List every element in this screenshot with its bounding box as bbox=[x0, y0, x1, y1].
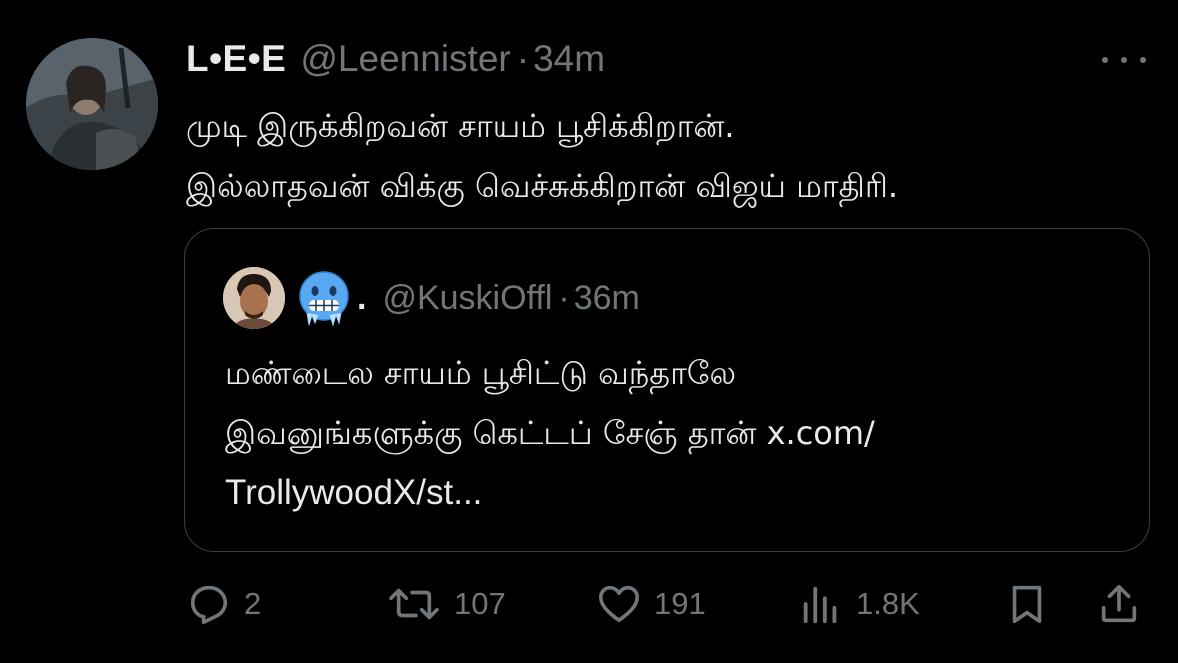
more-dot bbox=[1121, 57, 1127, 63]
tweet-action-bar: 2 107 191 1.8K bbox=[186, 580, 1146, 628]
bookmark-icon bbox=[1012, 585, 1042, 624]
quoted-tweet-card[interactable]: . @KuskiOffl · 36m மண்டைல சாயம் பூசிட்டு… bbox=[184, 228, 1150, 552]
reply-icon bbox=[190, 585, 228, 625]
quote-text-line: இவனுங்களுக்கு கெட்டப் சேஞ் தான் x.com/ bbox=[225, 414, 875, 452]
retweet-icon bbox=[389, 588, 439, 620]
quote-header-separator: · bbox=[558, 278, 570, 317]
tweet-text: முடி இருக்கிறவன் சாயம் பூசிக்கிறான். இல்… bbox=[186, 96, 1146, 216]
author-avatar[interactable] bbox=[26, 38, 158, 170]
quote-author-avatar[interactable] bbox=[223, 267, 285, 329]
views-count: 1.8K bbox=[856, 586, 920, 621]
quote-text-line: TrollywoodX/st... bbox=[225, 473, 483, 512]
quote-timestamp[interactable]: 36m bbox=[574, 279, 640, 318]
bookmark-button[interactable] bbox=[1004, 580, 1050, 628]
more-dot bbox=[1140, 57, 1146, 63]
views-button[interactable]: 1.8K bbox=[798, 580, 920, 628]
author-handle[interactable]: @Leennister bbox=[300, 38, 510, 80]
quote-author-avatar-image bbox=[223, 267, 285, 329]
retweet-count: 107 bbox=[454, 586, 506, 621]
tweet-text-line: இல்லாதவன் விக்கு வெச்சுக்கிறான் விஜய் மா… bbox=[186, 167, 899, 205]
quote-display-name[interactable]: . bbox=[357, 279, 366, 318]
quote-header: . @KuskiOffl · 36m bbox=[357, 277, 640, 319]
author-avatar-image bbox=[26, 38, 158, 170]
reply-count: 2 bbox=[244, 586, 262, 621]
tweet-header: L•E•E @Leennister · 34m bbox=[186, 36, 605, 82]
tweet-timestamp[interactable]: 34m bbox=[533, 38, 605, 80]
views-icon bbox=[803, 586, 837, 624]
more-horizontal-icon[interactable] bbox=[1102, 50, 1146, 70]
like-count: 191 bbox=[654, 586, 706, 621]
quote-text: மண்டைல சாயம் பூசிட்டு வந்தாலே இவனுங்களுக… bbox=[225, 343, 1125, 523]
quote-text-line: மண்டைல சாயம் பூசிட்டு வந்தாலே bbox=[225, 354, 737, 392]
header-separator: · bbox=[516, 38, 530, 79]
share-icon bbox=[1101, 584, 1137, 623]
share-button[interactable] bbox=[1096, 580, 1142, 628]
reply-button[interactable]: 2 bbox=[186, 580, 261, 628]
more-dot bbox=[1102, 57, 1108, 63]
quote-handle[interactable]: @KuskiOffl bbox=[382, 279, 552, 318]
cold-face-emoji bbox=[297, 269, 351, 327]
heart-icon bbox=[598, 585, 640, 623]
retweet-button[interactable]: 107 bbox=[386, 580, 506, 628]
author-display-name[interactable]: L•E•E bbox=[186, 38, 286, 80]
tweet-text-line: முடி இருக்கிறவன் சாயம் பூசிக்கிறான். bbox=[186, 107, 735, 145]
like-button[interactable]: 191 bbox=[596, 580, 706, 628]
